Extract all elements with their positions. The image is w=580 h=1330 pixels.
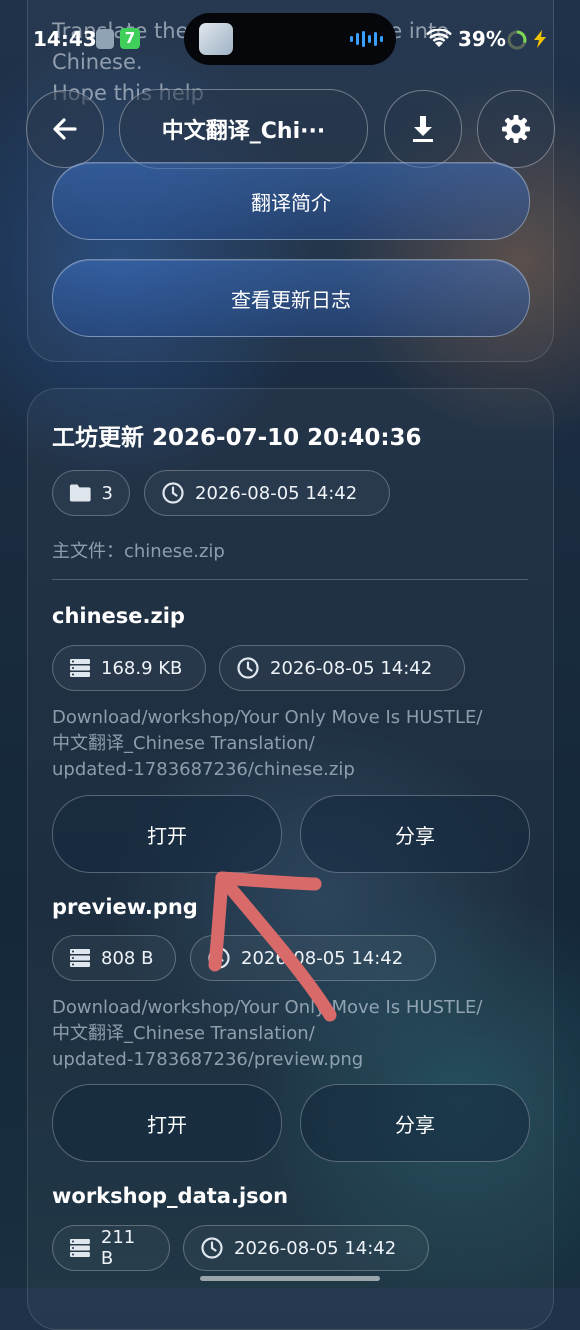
file-count-badge: 3 — [52, 470, 130, 516]
audio-wave-icon — [350, 31, 383, 47]
battery-percent: 39% — [458, 27, 506, 51]
file-size: 168.9 KB — [101, 657, 183, 679]
file-time-badge: 2026-08-05 14:42 — [219, 645, 465, 691]
file-name: chinese.zip — [52, 604, 185, 628]
file-name: workshop_data.json — [52, 1184, 289, 1208]
arrow-left-icon — [53, 118, 77, 140]
file-time-badge: 2026-08-05 14:42 — [190, 935, 436, 981]
page-title[interactable]: 中文翻译_Chi··· — [119, 89, 368, 169]
changelog-button[interactable]: 查看更新日志 — [52, 259, 530, 337]
app-notification-icon — [96, 29, 114, 49]
share-file-button[interactable]: 分享 — [300, 1084, 530, 1162]
main-file-label: 主文件：chinese.zip — [52, 541, 225, 562]
divider — [52, 579, 528, 580]
file-path-line: updated-1783687236/preview.png — [52, 1049, 364, 1070]
home-indicator — [200, 1276, 380, 1281]
charging-icon — [534, 30, 546, 48]
file-time: 2026-08-05 14:42 — [270, 657, 433, 679]
workshop-update-title: 工坊更新 2026-07-10 20:40:36 — [52, 425, 422, 451]
notification-badge: 7 — [120, 28, 140, 49]
open-file-button[interactable]: 打开 — [52, 795, 282, 873]
storage-icon — [70, 659, 90, 677]
update-time-badge: 2026-08-05 14:42 — [144, 470, 390, 516]
file-path: Download/workshop/Your Only Move Is HUST… — [52, 705, 542, 783]
storage-icon — [69, 1239, 90, 1257]
storage-icon — [70, 949, 90, 967]
file-size: 808 B — [101, 947, 154, 969]
folder-icon — [69, 484, 91, 502]
file-size-badge: 211 B — [52, 1225, 170, 1271]
file-size-badge: 168.9 KB — [52, 645, 206, 691]
download-icon — [413, 116, 433, 142]
file-path-line: 中文翻译_Chinese Translation/ — [52, 733, 315, 754]
dynamic-island — [184, 13, 396, 65]
file-size-badge: 808 B — [52, 935, 176, 981]
file-time: 2026-08-05 14:42 — [234, 1237, 397, 1259]
share-file-button[interactable]: 分享 — [300, 795, 530, 873]
back-button[interactable] — [26, 90, 104, 168]
update-time: 2026-08-05 14:42 — [195, 482, 358, 504]
clock-icon — [237, 657, 259, 679]
file-path-line: Download/workshop/Your Only Move Is HUST… — [52, 707, 483, 728]
media-thumbnail — [199, 23, 233, 55]
file-time-badge: 2026-08-05 14:42 — [183, 1225, 429, 1271]
file-size: 211 B — [100, 1227, 136, 1269]
settings-button[interactable] — [477, 90, 555, 168]
status-bar: 14:43 7 39% — [0, 0, 580, 70]
status-time: 14:43 — [33, 27, 97, 51]
file-path-line: updated-1783687236/chinese.zip — [52, 759, 355, 780]
clock-icon — [201, 1237, 223, 1259]
clock-icon — [208, 947, 230, 969]
file-count: 3 — [101, 482, 113, 504]
battery-ring-icon — [507, 30, 527, 50]
download-button[interactable] — [384, 90, 462, 168]
wifi-icon — [426, 29, 452, 47]
translate-intro-button[interactable]: 翻译简介 — [52, 162, 530, 240]
open-file-button[interactable]: 打开 — [52, 1084, 282, 1162]
clock-icon — [162, 482, 184, 504]
file-path: Download/workshop/Your Only Move Is HUST… — [52, 995, 542, 1073]
file-name: preview.png — [52, 895, 198, 919]
file-time: 2026-08-05 14:42 — [241, 947, 404, 969]
file-path-line: Download/workshop/Your Only Move Is HUST… — [52, 997, 483, 1018]
file-path-line: 中文翻译_Chinese Translation/ — [52, 1023, 315, 1044]
gear-icon — [502, 115, 530, 143]
